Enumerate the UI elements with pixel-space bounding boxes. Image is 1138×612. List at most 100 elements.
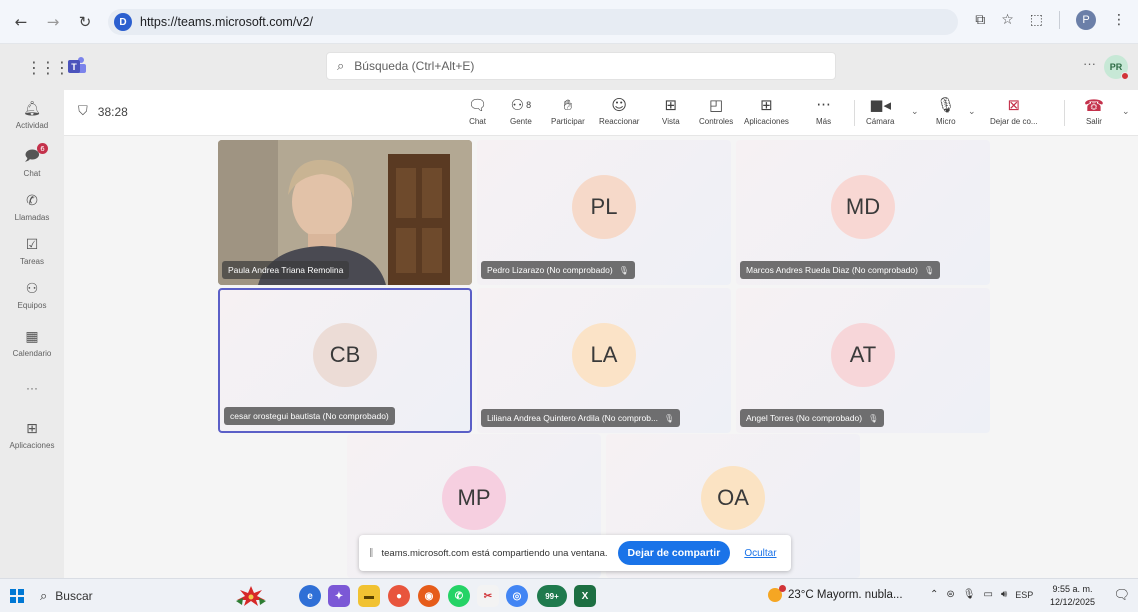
url-text[interactable]: https://teams.microsoft.com/v2/ xyxy=(140,15,313,29)
rail-label: Calendario xyxy=(12,349,52,358)
share-message: teams.microsoft.com está compartiendo un… xyxy=(381,547,608,559)
brave-app-icon[interactable]: ● xyxy=(388,585,410,607)
taskbar-clock[interactable]: 9:55 a. m. 12/12/2025 xyxy=(1050,583,1095,609)
clock-time: 9:55 a. m. xyxy=(1052,584,1093,594)
rail-label: Aplicaciones xyxy=(9,441,55,450)
camera-options-chevron-icon[interactable]: ⌄ xyxy=(911,107,919,117)
tray-chevron-icon[interactable]: ⌃ xyxy=(930,589,938,600)
windows-start-icon[interactable] xyxy=(10,589,24,603)
hang-up-icon: ☎ xyxy=(1084,95,1104,115)
meeting-stage: ⛉ 38:28 🗨︎ Chat ⚇ 8 Gente ✋︎ Participar ☺… xyxy=(64,90,1138,578)
notification-count: 99+ xyxy=(545,591,559,601)
participant-tile[interactable]: LA Liliana Andrea Quintero Ardila (No co… xyxy=(477,288,731,433)
forward-icon[interactable]: → xyxy=(42,11,64,33)
camera-button[interactable]: ■◂ Cámara xyxy=(866,95,894,126)
participant-tile-active-speaker[interactable]: CB cesar orostegui bautista (No comproba… xyxy=(218,288,472,433)
apps-button[interactable]: ⊞ Aplicaciones xyxy=(744,95,789,126)
address-bar[interactable]: D https://teams.microsoft.com/v2/ xyxy=(108,9,958,35)
microphone-tray-icon[interactable]: 🎙︎ xyxy=(963,589,976,600)
network-icon[interactable]: ⊜ xyxy=(946,589,954,600)
leave-options-chevron-icon[interactable]: ⌄ xyxy=(1122,107,1130,117)
rail-item-tasks[interactable]: ☑ Tareas xyxy=(0,236,64,266)
reload-icon[interactable]: ↻ xyxy=(74,11,96,33)
site-icon: D xyxy=(114,13,132,31)
user-avatar[interactable]: PR xyxy=(1104,55,1129,80)
mic-options-chevron-icon[interactable]: ⌄ xyxy=(968,107,976,117)
poinsettia-widget-icon[interactable] xyxy=(234,585,268,607)
mic-off-icon: 🎙︎ xyxy=(868,413,879,423)
rail-item-teams[interactable]: ⚇ Equipos xyxy=(0,280,64,310)
participant-name-tag: Paula Andrea Triana Remolina xyxy=(222,261,350,279)
browser-toolbar: ← → ↻ D https://teams.microsoft.com/v2/ … xyxy=(0,0,1138,44)
search-placeholder[interactable]: Búsqueda (Ctrl+Alt+E) xyxy=(354,59,474,73)
rail-label: Llamadas xyxy=(14,213,50,222)
firefox-app-icon[interactable]: ◉ xyxy=(418,585,440,607)
raise-hand-button[interactable]: ✋︎ Participar xyxy=(551,95,585,126)
people-button[interactable]: ⚇ 8 Gente xyxy=(510,95,532,126)
react-button[interactable]: ☺ Reaccionar xyxy=(599,95,639,126)
participant-tile[interactable]: AT Angel Torres (No comprobado) 🎙︎ xyxy=(736,288,990,433)
apps-icon: ⊞ xyxy=(26,421,38,437)
camera-icon: ■◂ xyxy=(869,96,892,114)
stop-share-button[interactable]: ⊠ Dejar de co... xyxy=(990,95,1038,126)
hand-icon: ✋︎ xyxy=(563,96,573,114)
rail-item-activity[interactable]: 🔔︎ Actividad xyxy=(0,100,64,130)
participant-tile[interactable]: PL Pedro Lizarazo (No comprobado) 🎙︎ xyxy=(477,140,731,285)
rail-item-calendar[interactable]: ▦ Calendario xyxy=(0,328,64,358)
hide-banner-link[interactable]: Ocultar xyxy=(744,548,776,559)
rail-label: Equipos xyxy=(17,301,47,310)
svg-text:T: T xyxy=(71,62,77,72)
battery-icon[interactable]: ▭ xyxy=(983,589,992,600)
view-button[interactable]: ⊞ Vista xyxy=(662,95,680,126)
app-launcher-icon[interactable]: ⋮⋮⋮ xyxy=(26,58,70,77)
more-button[interactable]: ··· Más xyxy=(816,95,831,126)
cast-icon[interactable]: ⧉ xyxy=(975,12,985,28)
rail-item-chat[interactable]: 🗩 6 Chat xyxy=(0,143,64,178)
extensions-icon[interactable]: ⬚ xyxy=(1030,12,1043,28)
teams-search[interactable]: ⌕ Búsqueda (Ctrl+Alt+E) xyxy=(326,52,836,80)
more-icon: ··· xyxy=(26,381,38,395)
participant-tile[interactable]: Paula Andrea Triana Remolina xyxy=(218,140,472,285)
copilot-app-icon[interactable]: ✦ xyxy=(328,585,350,607)
volume-icon[interactable]: 🔊︎ xyxy=(1001,589,1007,600)
chat-icon: 🗩 6 xyxy=(23,143,48,166)
star-icon[interactable]: ☆ xyxy=(1001,12,1014,28)
rail-item-more[interactable]: ··· xyxy=(0,378,64,395)
teams-icon: ⚇ xyxy=(25,281,39,297)
leave-button[interactable]: ☎ Salir xyxy=(1084,95,1104,127)
apps-label: Aplicaciones xyxy=(744,117,789,126)
drag-handle-icon[interactable]: ‖ xyxy=(369,548,374,558)
participant-tile[interactable]: MD Marcos Andres Rueda Diaz (No comproba… xyxy=(736,140,990,285)
chat-button[interactable]: 🗨︎ Chat xyxy=(468,95,487,126)
taskbar-search[interactable]: ⌕ Buscar xyxy=(40,586,210,606)
snipping-tool-icon[interactable]: ✂ xyxy=(477,585,499,607)
stop-sharing-button[interactable]: Dejar de compartir xyxy=(617,541,731,565)
participant-avatar: AT xyxy=(831,323,895,387)
chrome-app-icon[interactable]: ◎ xyxy=(506,585,528,607)
taskbar-search-label: Buscar xyxy=(55,589,93,603)
browser-menu-icon[interactable]: ⋮ xyxy=(1112,12,1126,28)
whatsapp-badge-icon[interactable]: 99+ xyxy=(537,585,567,607)
windows-taskbar: ⌕ Buscar e ✦ ▬ ● ◉ ✆ ✂ ◎ 99+ X 23°C Mayo… xyxy=(0,578,1138,612)
camera-label: Cámara xyxy=(866,117,895,126)
participant-name: Pedro Lizarazo (No comprobado) xyxy=(487,265,613,275)
view-label: Vista xyxy=(662,117,680,126)
edge-app-icon[interactable]: e xyxy=(299,585,321,607)
controls-button[interactable]: ◰ Controles xyxy=(699,95,733,126)
excel-app-icon[interactable]: X xyxy=(574,585,596,607)
notification-center-icon[interactable]: 🗨︎ xyxy=(1113,588,1130,603)
mic-button[interactable]: 🎙︎ Micro xyxy=(936,95,956,126)
participant-name: Liliana Andrea Quintero Ardila (No compr… xyxy=(487,413,659,423)
browser-profile-avatar[interactable]: P xyxy=(1076,10,1096,30)
leave-label: Salir xyxy=(1085,117,1102,126)
rail-item-apps[interactable]: ⊞ Aplicaciones xyxy=(0,420,64,450)
back-icon[interactable]: ← xyxy=(10,11,32,33)
weather-widget[interactable]: 23°C Mayorm. nubla... xyxy=(768,585,903,602)
whatsapp-app-icon[interactable]: ✆ xyxy=(448,585,470,607)
shield-icon: ⛉ xyxy=(78,104,88,119)
weather-icon xyxy=(768,585,786,602)
language-indicator[interactable]: ESP xyxy=(1015,590,1033,600)
teams-more-icon[interactable]: ··· xyxy=(1083,56,1096,71)
rail-item-calls[interactable]: ✆ Llamadas xyxy=(0,192,64,222)
file-explorer-icon[interactable]: ▬ xyxy=(358,585,380,607)
